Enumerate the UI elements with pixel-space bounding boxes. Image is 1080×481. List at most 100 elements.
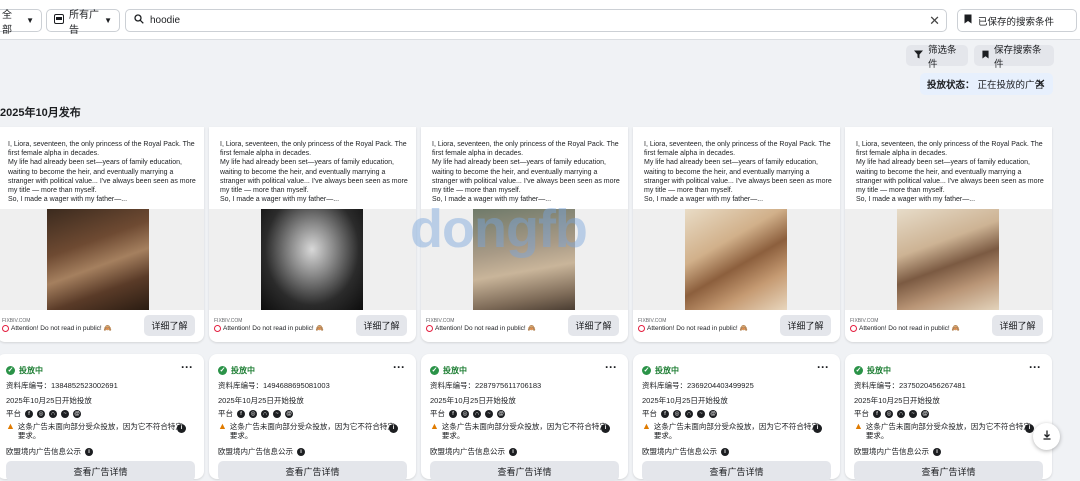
status-filter-value: 正在投放的广告 — [977, 80, 1045, 91]
info-icon[interactable]: i — [721, 447, 729, 456]
close-icon[interactable]: ✕ — [1035, 76, 1046, 92]
search-box[interactable]: hoodie ✕ — [125, 9, 947, 32]
ad-info-card: ✓ 投放中 ··· 资料库编号：1494688695081003 2025年10月… — [209, 354, 416, 481]
messenger-icon: ~ — [485, 409, 493, 418]
status-filter-chip[interactable]: 投放状态： 正在投放的广告 ✕ — [920, 73, 1053, 95]
platforms-row: 平台 f ◎ ∩ ~ @ — [218, 408, 293, 419]
more-options-icon[interactable]: ··· — [393, 360, 405, 374]
more-options-icon[interactable]: ··· — [181, 360, 193, 374]
ad-image[interactable] — [473, 209, 575, 310]
filter-button[interactable]: 筛选条件 — [906, 45, 968, 70]
start-date: 2025年10月25日开始投放 — [430, 396, 516, 405]
library-id: 资料库编号：1384852523002691 — [6, 381, 118, 390]
delivery-warning: ▲ 这条广告未面向部分受众投放，因为它不符合特定要求。 i — [218, 422, 398, 440]
more-options-icon[interactable]: ··· — [817, 360, 829, 374]
platforms-label: 平台 — [854, 409, 869, 418]
status-badge-label: 投放中 — [443, 366, 467, 375]
save-search-button[interactable]: 保存搜索条件 — [974, 45, 1054, 70]
learn-more-button[interactable]: 详细了解 — [568, 315, 619, 336]
info-icon[interactable]: i — [85, 447, 93, 456]
more-options-icon[interactable]: ··· — [1029, 360, 1041, 374]
ad-info-card: ✓ 投放中 ··· 资料库编号：1384852523002691 2025年10月… — [0, 354, 204, 481]
ad-caption-emoji: 🙈 — [739, 325, 748, 332]
prohibited-icon — [426, 324, 433, 332]
status-badge-label: 投放中 — [231, 366, 255, 375]
facebook-icon: f — [449, 409, 457, 418]
info-icon[interactable]: i — [813, 424, 822, 433]
threads-icon: @ — [73, 409, 81, 418]
ad-caption: Attention! Do not read in public! 🙈 — [2, 324, 112, 332]
info-icon[interactable]: i — [933, 447, 941, 456]
info-icon[interactable]: i — [177, 424, 186, 433]
audience-network-icon: ∩ — [473, 409, 481, 418]
ad-body-text: I, Liora, seventeen, the only princess o… — [644, 141, 832, 204]
instagram-icon: ◎ — [885, 409, 893, 418]
platforms-label: 平台 — [430, 409, 445, 418]
start-date: 2025年10月25日开始投放 — [642, 396, 728, 405]
status-badge-label: 投放中 — [867, 366, 891, 375]
download-button[interactable] — [1033, 423, 1060, 450]
audience-network-icon: ∩ — [897, 409, 905, 418]
delivery-warning-text: 这条广告未面向部分受众投放，因为它不符合特定要求。 — [653, 422, 819, 440]
delivery-warning-text: 这条广告未面向部分受众投放，因为它不符合特定要求。 — [865, 422, 1031, 440]
warning-icon: ▲ — [854, 421, 863, 431]
info-icon[interactable]: i — [389, 424, 398, 433]
threads-icon: @ — [921, 409, 929, 418]
ad-type-dropdown-label: 所有广告 — [69, 9, 99, 36]
eu-transparency-label: 欧盟境内广告信息公示 — [6, 447, 81, 456]
view-ad-details-button[interactable]: 查看广告详情 — [854, 461, 1043, 481]
status-badge-label: 投放中 — [655, 366, 679, 375]
learn-more-button[interactable]: 详细了解 — [356, 315, 407, 336]
messenger-icon: ~ — [61, 409, 69, 418]
ad-image[interactable] — [261, 209, 363, 310]
instagram-icon: ◎ — [37, 409, 45, 418]
search-icon — [134, 14, 144, 27]
delivery-warning: ▲ 这条广告未面向部分受众投放，因为它不符合特定要求。 i — [430, 422, 610, 440]
caret-down-icon: ▼ — [104, 16, 112, 25]
messenger-icon: ~ — [697, 409, 705, 418]
delivery-warning-text: 这条广告未面向部分受众投放，因为它不符合特定要求。 — [17, 422, 183, 440]
category-dropdown-label: 全部 — [2, 9, 12, 36]
instagram-icon: ◎ — [249, 409, 257, 418]
eu-transparency-label: 欧盟境内广告信息公示 — [642, 447, 717, 456]
more-options-icon[interactable]: ··· — [605, 360, 617, 374]
search-input[interactable]: hoodie — [150, 15, 180, 26]
clear-search-icon[interactable]: ✕ — [929, 13, 940, 29]
caret-down-icon: ▼ — [26, 16, 34, 25]
audience-network-icon: ∩ — [685, 409, 693, 418]
ad-image[interactable] — [47, 209, 149, 310]
learn-more-button[interactable]: 详细了解 — [992, 315, 1043, 336]
threads-icon: @ — [497, 409, 505, 418]
ad-creative-card: I, Liora, seventeen, the only princess o… — [0, 127, 204, 342]
ad-caption-text: Attention! Do not read in public! — [859, 324, 950, 332]
ad-image[interactable] — [685, 209, 787, 310]
library-id: 资料库编号：2287975611706183 — [430, 381, 542, 390]
status-badge: ✓ 投放中 — [854, 365, 891, 376]
ad-caption-text: Attention! Do not read in public! — [223, 324, 314, 332]
view-ad-details-button[interactable]: 查看广告详情 — [218, 461, 407, 481]
saved-searches-button[interactable]: 已保存的搜索条件 — [957, 9, 1077, 32]
learn-more-button[interactable]: 详细了解 — [780, 315, 831, 336]
view-ad-details-button[interactable]: 查看广告详情 — [6, 461, 195, 481]
learn-more-button[interactable]: 详细了解 — [144, 315, 195, 336]
platforms-label: 平台 — [6, 409, 21, 418]
filter-button-label: 筛选条件 — [928, 44, 957, 70]
ad-image[interactable] — [897, 209, 999, 310]
info-icon[interactable]: i — [297, 447, 305, 456]
info-icon[interactable]: i — [509, 447, 517, 456]
view-ad-details-button[interactable]: 查看广告详情 — [430, 461, 619, 481]
ad-type-dropdown[interactable]: 所有广告 ▼ — [46, 9, 120, 36]
filter-icon — [914, 50, 923, 62]
library-id: 资料库编号：1494688695081003 — [218, 381, 330, 390]
info-icon[interactable]: i — [601, 424, 610, 433]
bookmark-icon — [964, 14, 972, 27]
category-dropdown[interactable]: 全部 ▼ — [0, 9, 42, 36]
status-badge: ✓ 投放中 — [6, 365, 43, 376]
view-ad-details-button[interactable]: 查看广告详情 — [642, 461, 831, 481]
ad-body-text: I, Liora, seventeen, the only princess o… — [432, 141, 620, 204]
prohibited-icon — [638, 324, 645, 332]
facebook-icon: f — [873, 409, 881, 418]
ad-creative-card: I, Liora, seventeen, the only princess o… — [845, 127, 1052, 342]
warning-icon: ▲ — [642, 421, 651, 431]
warning-icon: ▲ — [430, 421, 439, 431]
